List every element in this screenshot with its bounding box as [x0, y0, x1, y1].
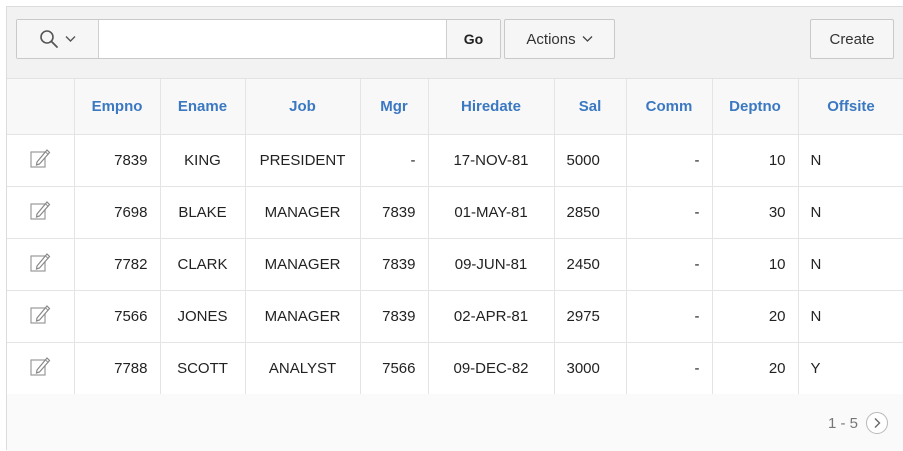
cell-ename: BLAKE [160, 186, 246, 239]
cell-empno: 7839 [74, 134, 161, 187]
cell-deptno: 10 [712, 134, 799, 187]
search-column-selector[interactable] [17, 20, 99, 58]
edit-row-link[interactable] [7, 134, 75, 187]
cell-ename: KING [160, 134, 246, 187]
column-header-job[interactable]: Job [245, 79, 361, 135]
cell-comm: - [626, 238, 713, 291]
cell-mgr: - [360, 134, 429, 187]
cell-hiredate: 01-MAY-81 [428, 186, 555, 239]
cell-comm: - [626, 290, 713, 343]
cell-hiredate: 09-DEC-82 [428, 342, 555, 395]
cell-offsite: N [798, 186, 903, 239]
cell-offsite: N [798, 134, 903, 187]
cell-deptno: 20 [712, 342, 799, 395]
column-header-offsite[interactable]: Offsite [798, 79, 903, 135]
interactive-report: Go Actions Create Empno Ename Job Mgr Hi… [6, 6, 903, 451]
table-row: 7698 BLAKE MANAGER 7839 01-MAY-81 2850 -… [7, 186, 903, 239]
table-row: 7788 SCOTT ANALYST 7566 09-DEC-82 3000 -… [7, 342, 903, 395]
chevron-right-icon [874, 418, 881, 428]
chevron-down-icon [582, 36, 593, 42]
search-input[interactable] [99, 20, 446, 58]
report-footer: 1 - 5 [7, 394, 903, 451]
table-row: 7839 KING PRESIDENT - 17-NOV-81 5000 - 1… [7, 134, 903, 187]
cell-empno: 7566 [74, 290, 161, 343]
cell-ename: JONES [160, 290, 246, 343]
cell-sal: 2850 [554, 186, 627, 239]
cell-mgr: 7839 [360, 238, 429, 291]
cell-job: MANAGER [245, 186, 361, 239]
column-header-sal[interactable]: Sal [554, 79, 627, 135]
pagination: 1 - 5 [828, 412, 888, 434]
cell-sal: 3000 [554, 342, 627, 395]
edit-pencil-icon [30, 305, 51, 324]
cell-empno: 7788 [74, 342, 161, 395]
cell-ename: SCOTT [160, 342, 246, 395]
pagination-range: 1 - 5 [827, 414, 858, 432]
table-header-row: Empno Ename Job Mgr Hiredate Sal Comm De… [7, 79, 903, 135]
cell-empno: 7698 [74, 186, 161, 239]
go-button[interactable]: Go [446, 20, 500, 58]
search-group: Go [16, 19, 501, 59]
cell-comm: - [626, 134, 713, 187]
table-row: 7566 JONES MANAGER 7839 02-APR-81 2975 -… [7, 290, 903, 343]
edit-pencil-icon [30, 201, 51, 220]
column-header-edit [7, 79, 75, 135]
cell-mgr: 7566 [360, 342, 429, 395]
edit-row-link[interactable] [7, 290, 75, 343]
actions-label: Actions [526, 30, 576, 48]
edit-pencil-icon [30, 149, 51, 168]
edit-pencil-icon [30, 253, 51, 272]
column-header-empno[interactable]: Empno [74, 79, 161, 135]
cell-offsite: N [798, 290, 903, 343]
actions-menu-button[interactable]: Actions [504, 19, 615, 59]
cell-sal: 2450 [554, 238, 627, 291]
edit-row-link[interactable] [7, 186, 75, 239]
cell-job: ANALYST [245, 342, 361, 395]
cell-hiredate: 02-APR-81 [428, 290, 555, 343]
cell-offsite: N [798, 238, 903, 291]
cell-job: MANAGER [245, 290, 361, 343]
column-header-mgr[interactable]: Mgr [360, 79, 429, 135]
chevron-down-icon [65, 36, 76, 42]
report-toolbar: Go Actions Create [7, 7, 903, 79]
cell-empno: 7782 [74, 238, 161, 291]
cell-ename: CLARK [160, 238, 246, 291]
column-header-deptno[interactable]: Deptno [712, 79, 799, 135]
cell-deptno: 10 [712, 238, 799, 291]
cell-deptno: 30 [712, 186, 799, 239]
cell-mgr: 7839 [360, 186, 429, 239]
edit-pencil-icon [30, 357, 51, 376]
column-header-ename[interactable]: Ename [160, 79, 246, 135]
column-header-comm[interactable]: Comm [626, 79, 713, 135]
column-header-hiredate[interactable]: Hiredate [428, 79, 555, 135]
cell-job: PRESIDENT [245, 134, 361, 187]
report-table: Empno Ename Job Mgr Hiredate Sal Comm De… [7, 79, 903, 395]
cell-hiredate: 17-NOV-81 [428, 134, 555, 187]
cell-mgr: 7839 [360, 290, 429, 343]
cell-sal: 5000 [554, 134, 627, 187]
cell-deptno: 20 [712, 290, 799, 343]
next-page-button[interactable] [866, 412, 888, 434]
edit-row-link[interactable] [7, 238, 75, 291]
cell-comm: - [626, 186, 713, 239]
create-button[interactable]: Create [810, 19, 894, 59]
cell-offsite: Y [798, 342, 903, 395]
search-icon [40, 30, 58, 48]
cell-comm: - [626, 342, 713, 395]
table-row: 7782 CLARK MANAGER 7839 09-JUN-81 2450 -… [7, 238, 903, 291]
edit-row-link[interactable] [7, 342, 75, 395]
cell-sal: 2975 [554, 290, 627, 343]
cell-hiredate: 09-JUN-81 [428, 238, 555, 291]
cell-job: MANAGER [245, 238, 361, 291]
